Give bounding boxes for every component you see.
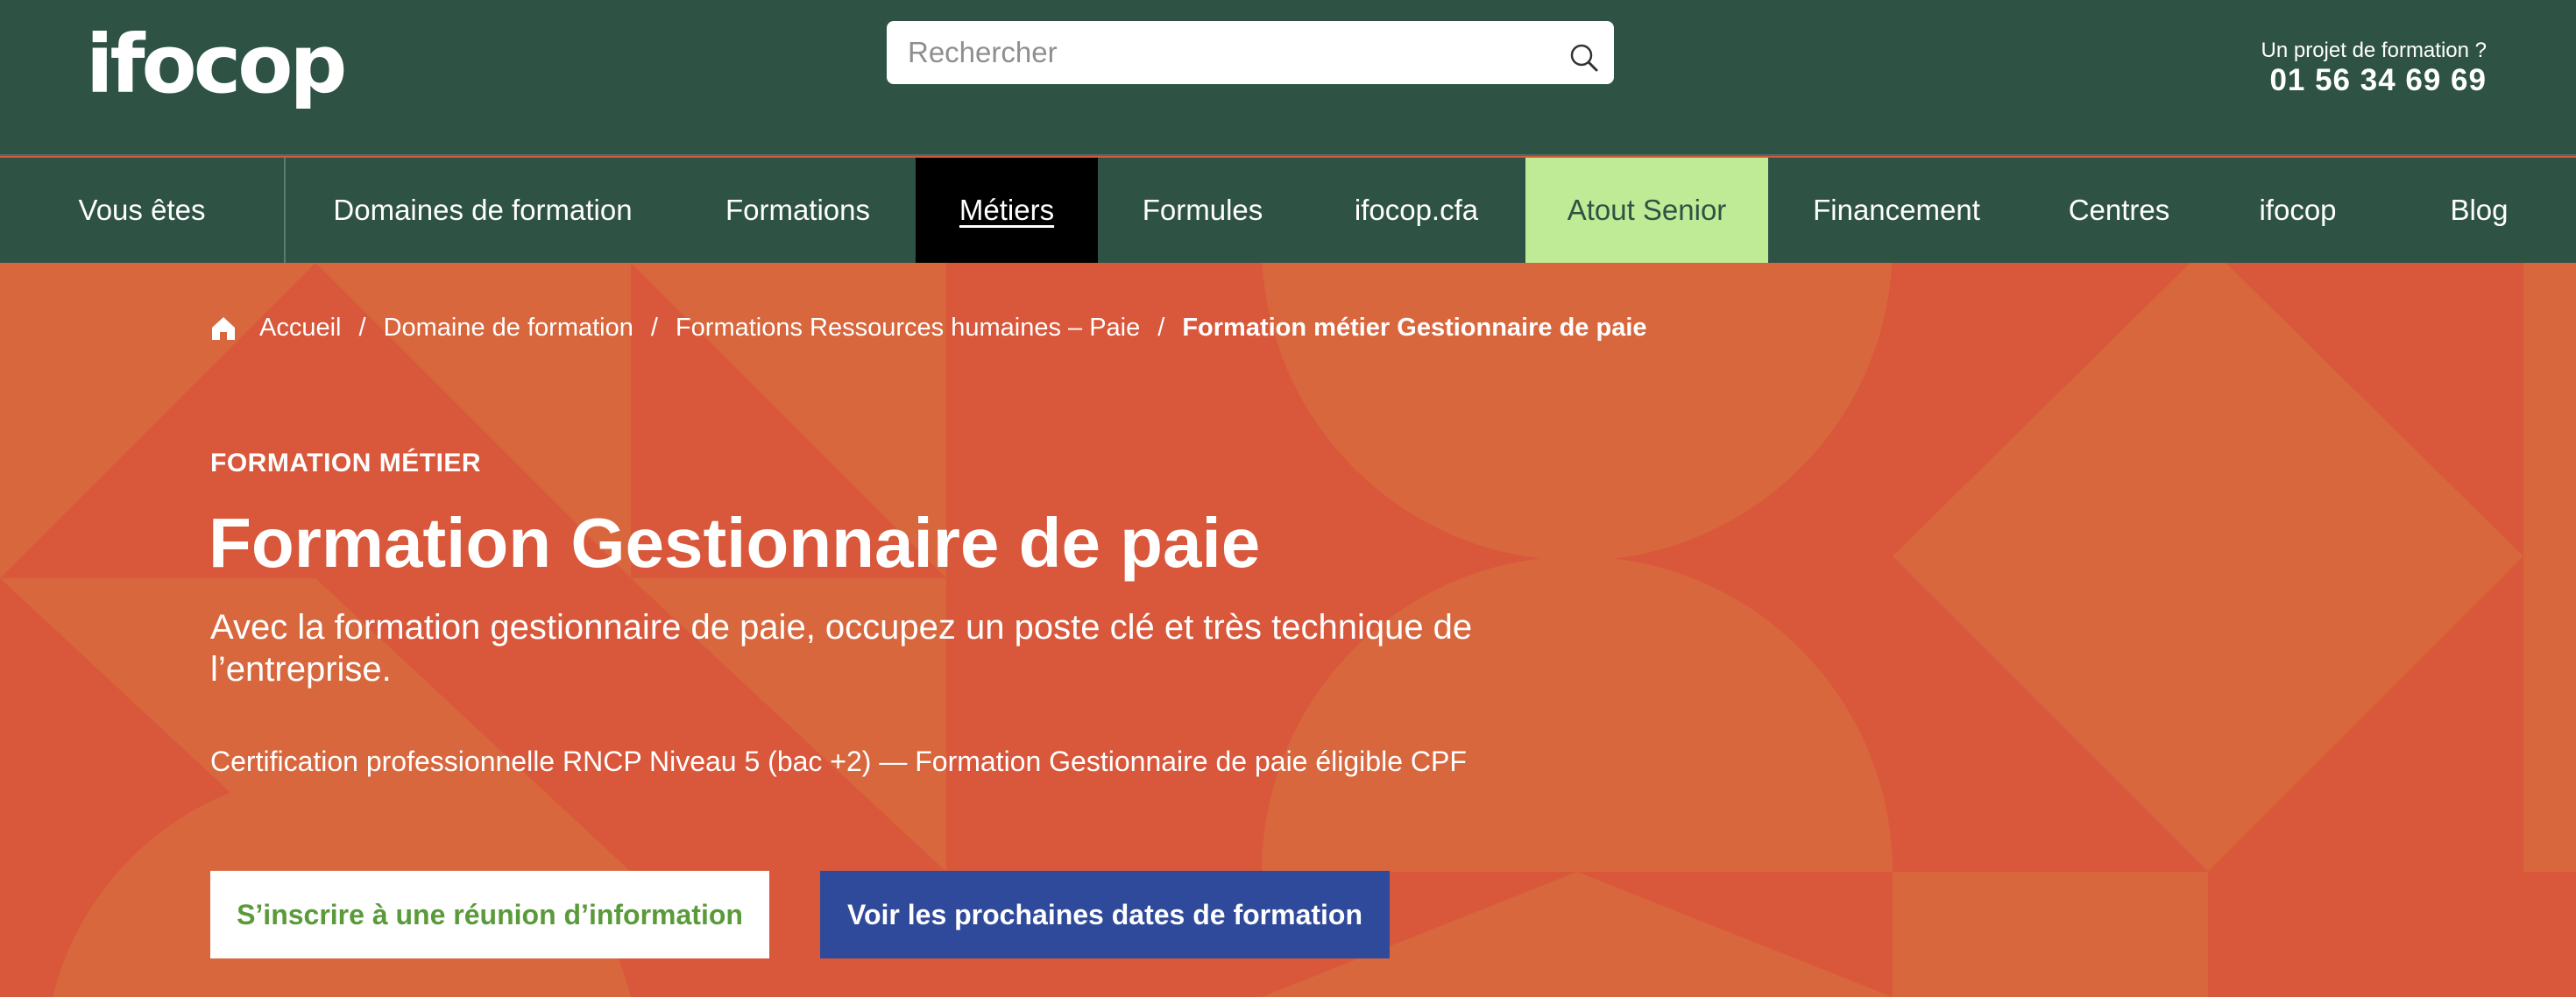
- hero-subtitle: Avec la formation gestionnaire de paie, …: [210, 608, 1473, 689]
- training-dates-button[interactable]: Voir les prochaines dates de formation: [820, 871, 1390, 958]
- search-input[interactable]: [887, 21, 1553, 84]
- nav-item-ifocop[interactable]: ifocop: [2213, 158, 2382, 263]
- certification-text: Certification professionnelle RNCP Nivea…: [210, 746, 1467, 777]
- contact-label: Un projet de formation ?: [2261, 39, 2487, 62]
- nav-item-atout-senior[interactable]: Atout Senior: [1525, 158, 1768, 263]
- nav-item-vous-etes[interactable]: Vous êtes: [0, 158, 286, 263]
- nav-item-formations[interactable]: Formations: [680, 158, 916, 263]
- breadcrumb-item-accueil[interactable]: Accueil: [259, 314, 342, 343]
- hero-section: Accueil / Domaine de formation / Formati…: [0, 263, 2576, 997]
- breadcrumb: Accueil / Domaine de formation / Formati…: [210, 314, 1647, 343]
- contact-block: Un projet de formation ? 01 56 34 69 69: [2261, 39, 2487, 98]
- breadcrumb-separator: /: [358, 314, 366, 342]
- info-meeting-button[interactable]: S’inscrire à une réunion d’information: [210, 871, 769, 958]
- hero-kicker: FORMATION MÉTIER: [210, 449, 482, 477]
- breadcrumb-separator: /: [650, 314, 658, 342]
- main-nav: Vous êtes Domaines de formation Formatio…: [0, 158, 2576, 263]
- top-header: ifocop Un projet de formation ? 01 56 34…: [0, 0, 2576, 156]
- nav-item-formules[interactable]: Formules: [1098, 158, 1307, 263]
- breadcrumb-current: Formation métier Gestionnaire de paie: [1182, 314, 1647, 342]
- breadcrumb-separator: /: [1157, 314, 1165, 342]
- ifocop-logo[interactable]: ifocop: [86, 25, 347, 105]
- breadcrumb-item-formations-rh[interactable]: Formations Ressources humaines – Paie: [676, 314, 1140, 343]
- search-box[interactable]: [887, 21, 1614, 84]
- nav-item-financement[interactable]: Financement: [1768, 158, 2025, 263]
- nav-item-centres[interactable]: Centres: [2025, 158, 2213, 263]
- nav-item-ifocop-cfa[interactable]: ifocop.cfa: [1307, 158, 1525, 263]
- page-title: Formation Gestionnaire de paie: [209, 504, 1261, 582]
- nav-item-domaines-de-formation[interactable]: Domaines de formation: [286, 158, 680, 263]
- breadcrumb-item-domaine[interactable]: Domaine de formation: [384, 314, 633, 343]
- home-icon[interactable]: [210, 315, 237, 342]
- nav-item-blog[interactable]: Blog: [2382, 158, 2576, 263]
- contact-phone[interactable]: 01 56 34 69 69: [2261, 63, 2487, 98]
- nav-item-metiers[interactable]: Métiers: [916, 158, 1098, 263]
- search-icon[interactable]: [1567, 40, 1602, 75]
